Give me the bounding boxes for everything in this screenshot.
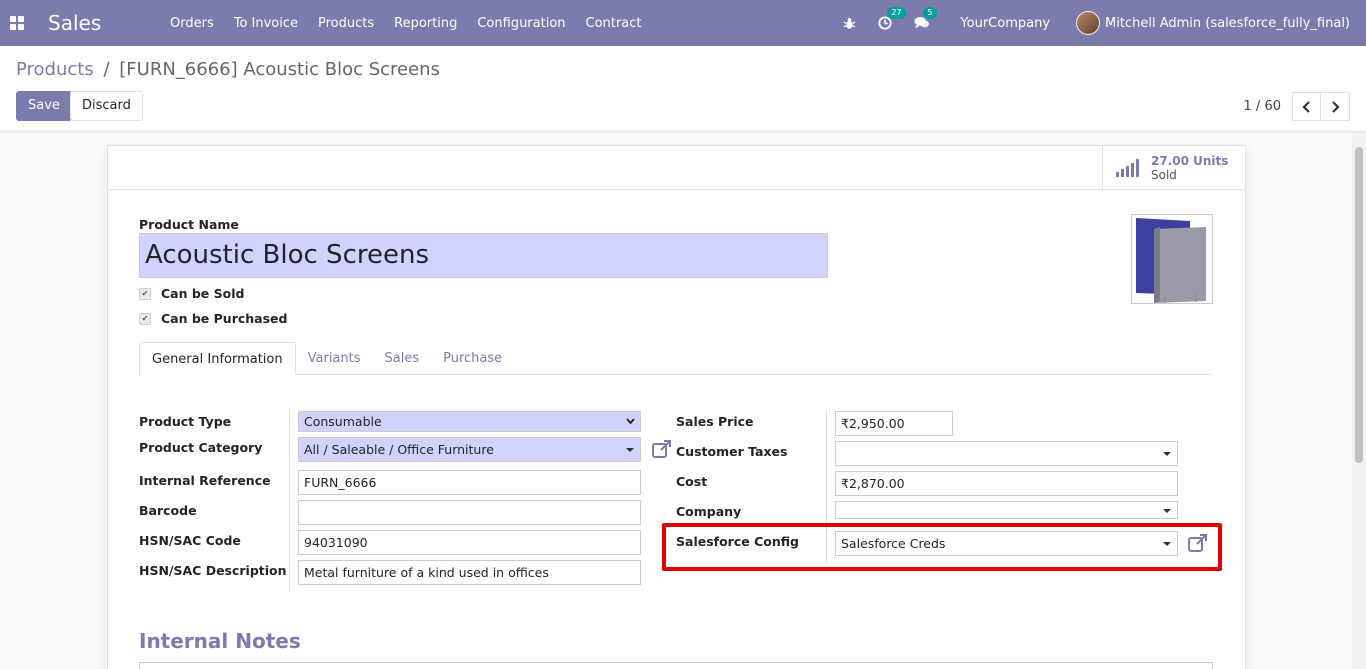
message-count-badge: 5 [923,7,937,19]
tab-sales[interactable]: Sales [373,342,432,375]
product-category-value: All / Saleable / Office Furniture [304,442,494,457]
product-name-input[interactable]: Acoustic Bloc Screens [139,233,828,278]
customer-taxes-input[interactable] [835,441,1178,466]
hsn-code-input[interactable]: 94031090 [298,530,641,555]
hsn-description-input[interactable]: Metal furniture of a kind used in office… [298,560,641,585]
external-link-icon[interactable] [652,440,672,458]
control-panel: Products / [FURN_6666] Acoustic Bloc Scr… [0,46,1366,132]
discard-button[interactable]: Discard [70,91,143,121]
dropdown-caret-icon [1163,509,1171,513]
chevron-down-icon [626,418,635,425]
tab-variants[interactable]: Variants [296,342,373,375]
company-label: Company [676,504,742,519]
barcode-label: Barcode [139,503,197,518]
hsn-description-label: HSN/SAC Description [139,563,287,578]
app-name[interactable]: Sales [48,11,160,35]
user-menu[interactable]: Mitchell Admin (salesforce_fully_final) [1076,11,1350,35]
internal-notes-title: Internal Notes [139,629,301,653]
activity-count-badge: 27 [887,7,906,19]
cost-input[interactable]: ₹2,870.00 [835,471,1178,496]
top-navbar: Sales Orders To Invoice Products Reporti… [0,0,1366,46]
can-be-purchased-label: Can be Purchased [161,311,288,326]
menu-to-invoice[interactable]: To Invoice [224,16,308,31]
units-sold-label: Sold [1151,168,1177,182]
can-be-sold-checkbox[interactable]: ✔ [139,287,151,300]
product-type-label: Product Type [139,414,232,429]
hsn-code-label: HSN/SAC Code [139,533,241,548]
form-tabs: General Information Variants Sales Purch… [139,342,1213,375]
main-menu: Orders To Invoice Products Reporting Con… [160,16,651,31]
salesforce-config-highlight-box [662,523,1222,571]
product-category-input[interactable]: All / Saleable / Office Furniture [298,437,641,462]
page-scrollbar[interactable] [1352,132,1366,669]
product-name-label: Product Name [139,217,239,232]
menu-configuration[interactable]: Configuration [467,16,575,31]
internal-notes-editor[interactable] [139,662,1213,669]
units-sold-value: 27.00 Units [1151,154,1229,168]
scrollbar-thumb[interactable] [1355,147,1363,463]
dropdown-caret-icon [626,448,634,452]
product-type-select[interactable]: Consumable [298,411,641,432]
bar-chart-icon [1116,159,1141,177]
tab-general-information[interactable]: General Information [139,342,296,375]
chevron-left-icon [1301,100,1310,113]
activity-clock-icon[interactable]: 27 [878,7,906,30]
systray: 27 5 YourCompany Mitchell Admin (salesfo… [821,0,1350,46]
cost-label: Cost [676,474,708,489]
pager: 1 / 60 [1244,92,1350,121]
breadcrumb: Products / [FURN_6666] Acoustic Bloc Scr… [16,59,440,80]
pager-next-button[interactable] [1321,92,1350,121]
can-be-sold-row[interactable]: ✔ Can be Sold [139,286,244,301]
product-image[interactable] [1131,214,1213,304]
user-avatar [1076,11,1101,35]
can-be-sold-label: Can be Sold [161,286,245,301]
menu-contract[interactable]: Contract [576,16,652,31]
dropdown-caret-icon [1163,452,1171,456]
breadcrumb-current: [FURN_6666] Acoustic Bloc Screens [119,59,440,80]
product-type-value: Consumable [304,414,382,429]
company-switcher[interactable]: YourCompany [960,16,1050,31]
internal-reference-label: Internal Reference [139,473,271,488]
units-sold-button[interactable]: 27.00 Units Sold [1102,146,1245,190]
left-group-divider [289,410,290,590]
sales-price-input[interactable]: ₹2,950.00 [835,411,953,436]
pager-previous-button[interactable] [1292,92,1321,121]
breadcrumb-separator: / [103,59,110,80]
form-sheet: 27.00 Units Sold Product Name Acoustic B… [107,145,1246,669]
user-name: Mitchell Admin (salesforce_fully_final) [1105,15,1350,31]
can-be-purchased-checkbox[interactable]: ✔ [139,312,151,325]
tab-purchase[interactable]: Purchase [431,342,514,375]
menu-reporting[interactable]: Reporting [384,16,467,31]
breadcrumb-products-link[interactable]: Products [16,59,94,80]
product-category-label: Product Category [139,440,263,455]
apps-menu-icon[interactable] [10,16,24,30]
barcode-input[interactable] [298,500,641,525]
customer-taxes-label: Customer Taxes [676,444,788,459]
sales-price-label: Sales Price [676,414,754,429]
save-button[interactable]: Save [16,91,72,121]
chevron-right-icon [1332,100,1340,113]
menu-products[interactable]: Products [308,16,384,31]
company-input[interactable] [835,501,1178,519]
menu-orders[interactable]: Orders [160,16,224,31]
messages-chat-icon[interactable]: 5 [914,7,937,30]
can-be-purchased-row[interactable]: ✔ Can be Purchased [139,311,287,326]
debug-bug-icon[interactable] [843,17,856,30]
pager-value[interactable]: 1 / 60 [1244,99,1281,114]
internal-reference-input[interactable]: FURN_6666 [298,470,641,495]
smart-button-box: 27.00 Units Sold [108,146,1245,190]
